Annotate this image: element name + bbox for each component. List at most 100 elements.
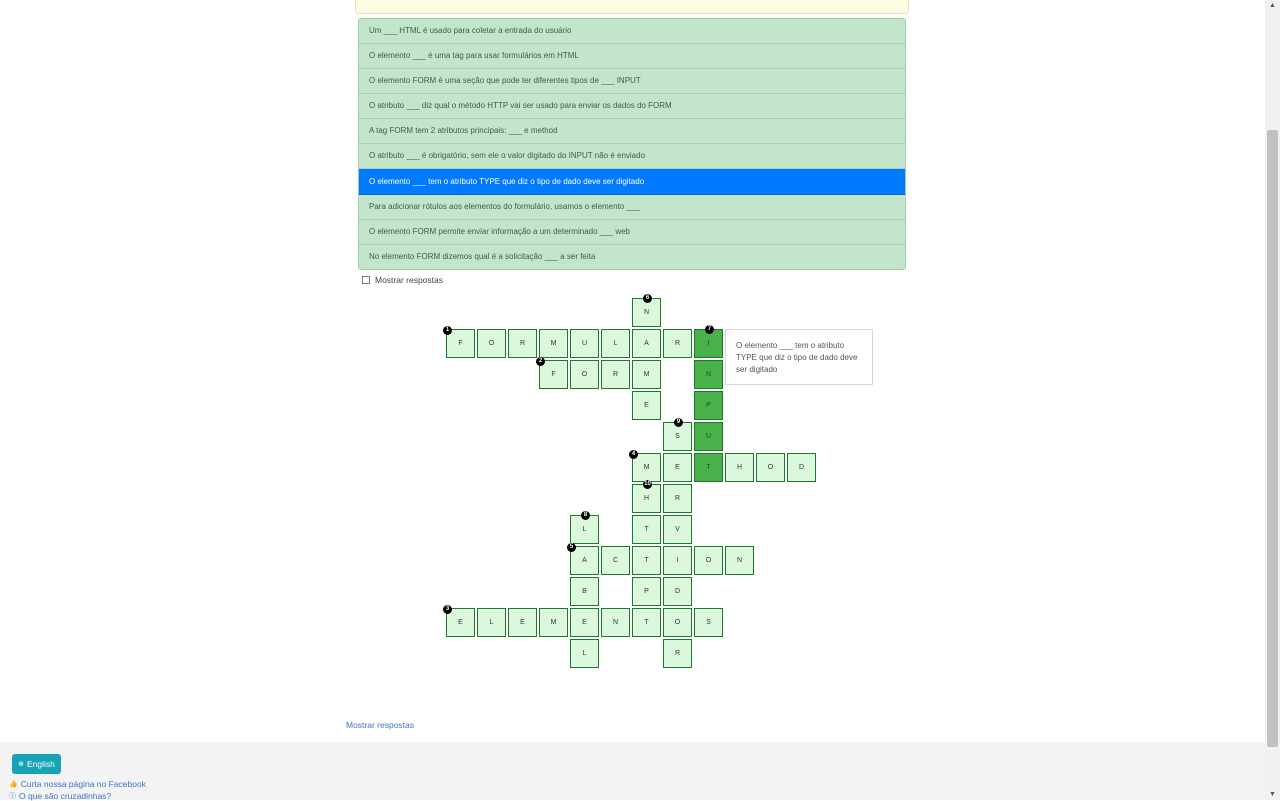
language-button[interactable]: ⊕ English: [12, 754, 61, 774]
clue-number-badge: 9: [674, 418, 683, 427]
crossword-cell[interactable]: D: [787, 453, 816, 482]
clue-item[interactable]: A tag FORM tem 2 atributos principais: _…: [359, 119, 905, 144]
crossword-cell[interactable]: P: [632, 577, 661, 606]
crossword-cell[interactable]: I7: [694, 325, 723, 358]
cell-letter: E: [644, 402, 649, 409]
crossword-cell[interactable]: S: [694, 608, 723, 637]
crossword-cell[interactable]: V: [663, 515, 692, 544]
crossword-cell[interactable]: O: [663, 608, 692, 637]
crossword-cell[interactable]: E: [570, 608, 599, 637]
clue-number-badge: 1: [443, 326, 452, 335]
clue-item[interactable]: O elemento ___ tem o atributo TYPE que d…: [359, 169, 905, 195]
crossword-cell[interactable]: E: [508, 608, 537, 637]
crossword-cell[interactable]: E: [663, 453, 692, 482]
crossword-cell[interactable]: I: [663, 546, 692, 575]
cell-letter: H: [643, 495, 650, 502]
cell-letter: M: [643, 464, 650, 471]
crossword-cell[interactable]: T: [694, 453, 723, 482]
crossword-cell[interactable]: B: [570, 577, 599, 606]
crossword-cell[interactable]: T: [632, 608, 661, 637]
scroll-down-icon[interactable]: ▼: [1268, 791, 1277, 798]
crossword-cell[interactable]: U: [570, 329, 599, 358]
crossword-cell[interactable]: R: [663, 329, 692, 358]
crossword-cell[interactable]: C: [601, 546, 630, 575]
clue-item[interactable]: O elemento FORM permite enviar informaçã…: [359, 220, 905, 245]
clue-number-badge: 4: [629, 450, 638, 459]
clue-item[interactable]: Para adicionar rótulos aos elementos do …: [359, 195, 905, 220]
cell-letter: A: [644, 340, 649, 347]
cell-letter: L: [582, 526, 587, 533]
clue-item[interactable]: O elemento ___ é uma tag para usar formu…: [359, 44, 905, 69]
cell-letter: E: [520, 619, 525, 626]
facebook-link[interactable]: 👍 Curta nossa página no Facebook: [9, 779, 146, 789]
clue-list: Um ___ HTML é usado para coletar a entra…: [358, 18, 906, 270]
crossword-cell[interactable]: M: [632, 360, 661, 389]
clue-item[interactable]: No elemento FORM dizemos qual é a solici…: [359, 245, 905, 269]
cell-letter: U: [705, 433, 712, 440]
clue-item[interactable]: O elemento FORM é uma seção que pode ter…: [359, 69, 905, 94]
crossword-cell[interactable]: S9: [663, 418, 692, 451]
cell-letter: R: [612, 371, 619, 378]
cell-letter: T: [644, 619, 649, 626]
language-button-label: English: [26, 759, 55, 769]
show-answers-checkbox[interactable]: [362, 276, 370, 284]
facebook-link-label: Curta nossa página no Facebook: [20, 779, 146, 789]
cell-letter: E: [582, 619, 587, 626]
crossword-cell[interactable]: L: [477, 608, 506, 637]
crossword-cell[interactable]: R: [663, 484, 692, 513]
crossword-cell[interactable]: T: [632, 546, 661, 575]
crossword-cell[interactable]: M: [539, 608, 568, 637]
crossword-cell[interactable]: E: [632, 391, 661, 420]
cell-letter: S: [675, 433, 680, 440]
crossword-cell[interactable]: F2: [536, 357, 568, 389]
cell-letter: H: [736, 464, 743, 471]
crossword-cell[interactable]: O: [477, 329, 506, 358]
crossword-cell[interactable]: H 10: [632, 480, 661, 513]
cell-letter: B: [582, 588, 587, 595]
crossword-cell[interactable]: R: [508, 329, 537, 358]
crossword-cell[interactable]: E3: [443, 605, 475, 637]
crossword-cell[interactable]: R: [601, 360, 630, 389]
cell-letter: T: [644, 526, 649, 533]
crossword-cell[interactable]: T: [632, 515, 661, 544]
crossword-cell[interactable]: N: [601, 608, 630, 637]
scrollbar[interactable]: ▲ ▼: [1265, 0, 1280, 800]
clue-item[interactable]: O atributo ___ diz qual o método HTTP va…: [359, 94, 905, 119]
cell-letter: O: [705, 557, 712, 564]
clue-item[interactable]: O atributo ___ é obrigatório, sem ele o …: [359, 144, 905, 169]
scrollbar-thumb[interactable]: [1267, 130, 1278, 747]
clue-item[interactable]: Um ___ HTML é usado para coletar a entra…: [359, 19, 905, 44]
cell-letter: O: [767, 464, 774, 471]
show-answers-toggle[interactable]: Mostrar respostas: [362, 275, 443, 285]
crossword-cell[interactable]: O: [694, 546, 723, 575]
cell-letter: L: [613, 340, 618, 347]
crossword-cell[interactable]: L8: [570, 511, 599, 544]
cell-letter: N: [643, 309, 650, 316]
crossword-cell[interactable]: F1: [443, 326, 475, 358]
crossword-cell[interactable]: P: [694, 391, 723, 420]
crossword-cell[interactable]: O: [570, 360, 599, 389]
crossword-cell[interactable]: D: [663, 577, 692, 606]
crossword-cell[interactable]: L: [570, 639, 599, 668]
show-answers-label: Mostrar respostas: [375, 275, 444, 285]
crossword-cell[interactable]: O: [756, 453, 785, 482]
scroll-up-icon[interactable]: ▲: [1268, 2, 1277, 9]
show-answers-link[interactable]: Mostrar respostas: [346, 720, 414, 730]
crossword-cell[interactable]: N: [725, 546, 754, 575]
crossword-cell[interactable]: A5: [567, 543, 599, 575]
crossword-cell[interactable]: U: [694, 422, 723, 451]
cell-letter: M: [550, 619, 557, 626]
crossword-cell[interactable]: L: [601, 329, 630, 358]
crossword-cell[interactable]: N6: [632, 294, 661, 327]
crossword-cell[interactable]: A: [632, 329, 661, 358]
crossword-cell[interactable]: N: [694, 360, 723, 389]
crossword-cell[interactable]: M4: [629, 450, 661, 482]
crossword-cell[interactable]: H: [725, 453, 754, 482]
crossword-cell[interactable]: M: [539, 329, 568, 358]
cell-letter: L: [489, 619, 494, 626]
cell-letter: F: [551, 371, 556, 378]
cell-letter: N: [612, 619, 619, 626]
cell-letter: P: [706, 402, 711, 409]
cell-letter: M: [643, 371, 650, 378]
crossword-cell[interactable]: R: [663, 639, 692, 668]
